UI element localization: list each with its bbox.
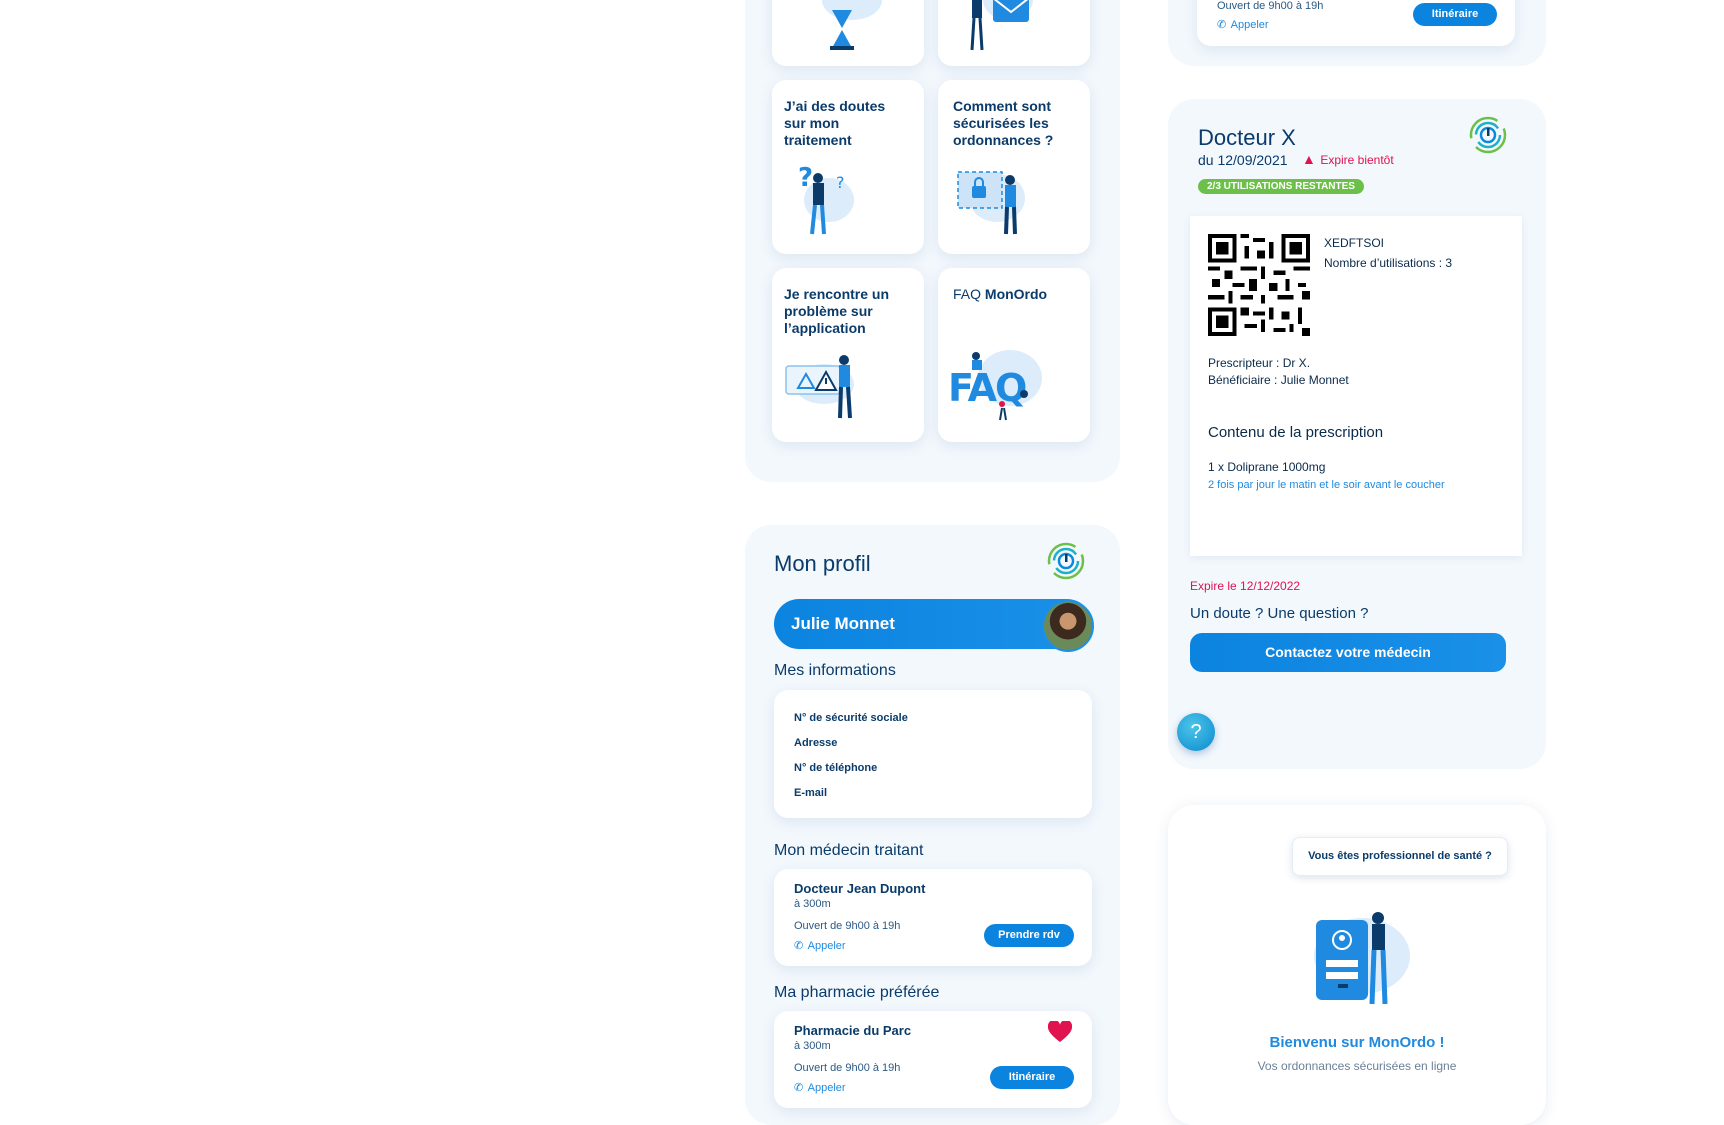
question-person-illustration-icon: ? ? xyxy=(798,163,854,235)
svg-text:?: ? xyxy=(836,173,845,192)
pharmacy-call-link[interactable]: ✆ Appeler xyxy=(794,1078,846,1096)
beneficiary: Bénéficiaire : Julie Monnet xyxy=(1208,373,1349,387)
tile-title: Comment sont sécurisées les ordonnances … xyxy=(953,98,1054,148)
faq-brand: MonOrdo xyxy=(984,286,1048,302)
content-title: Contenu de la prescription xyxy=(1208,424,1384,441)
pharmacy-hours: Ouvert de 9h00 à 19h xyxy=(794,1062,901,1074)
info-field-phone[interactable]: N° de téléphone xyxy=(794,762,877,774)
prescription-code: XEDFTSOI xyxy=(1324,236,1385,250)
prescription-date: du 12/09/2021 xyxy=(1198,152,1288,168)
help-tile-security[interactable]: Comment sont sécurisées les ordonnances … xyxy=(938,80,1090,254)
prescription-instructions: 2 fois par jour le matin et le soir avan… xyxy=(1208,479,1445,491)
phone-icon: ✆ xyxy=(794,1082,804,1094)
heart-icon[interactable] xyxy=(1048,1021,1072,1043)
expiry-date: Expire le 12/12/2022 xyxy=(1190,579,1301,593)
directions-button[interactable]: Itinéraire xyxy=(1413,3,1497,26)
directions-button[interactable]: Itinéraire xyxy=(990,1066,1074,1089)
warning-label: Expire bientôt xyxy=(1320,153,1394,167)
doctor-distance: à 300m xyxy=(794,898,831,910)
info-field-ssn[interactable]: N° de sécurité sociale xyxy=(794,712,908,724)
help-tile-top-right[interactable] xyxy=(938,0,1090,66)
health-pro-button[interactable]: Vous êtes professionnel de santé ? xyxy=(1292,837,1508,876)
partial-call-link[interactable]: ✆ Appeler xyxy=(1217,15,1269,33)
call-label: Appeler xyxy=(807,1082,846,1094)
doctor-card: Docteur Jean Dupont à 300m Ouvert de 9h0… xyxy=(774,869,1092,966)
prescription-item: 1 x Doliprane 1000mg xyxy=(1208,460,1326,474)
help-tile-top-left[interactable] xyxy=(772,0,924,66)
hourglass-illustration-icon xyxy=(822,0,882,50)
help-tile-doubts[interactable]: J’ai des doutes sur mon traitement ? ? xyxy=(772,80,924,254)
question-text: Un doute ? Une question ? xyxy=(1190,605,1369,622)
faq-prefix: FAQ xyxy=(953,286,985,302)
pharmacy-card: Pharmacie du Parc à 300m Ouvert de 9h00 … xyxy=(774,1011,1092,1108)
monordo-logo-icon xyxy=(1469,116,1507,154)
info-section-title: Mes informations xyxy=(774,662,896,679)
help-button[interactable]: ? xyxy=(1177,713,1215,751)
info-card: N° de sécurité sociale Adresse N° de tél… xyxy=(774,690,1092,818)
envelope-illustration-icon xyxy=(970,0,1033,51)
pharmacy-section-title: Ma pharmacie préférée xyxy=(774,984,940,1001)
tile-title: FAQ MonOrdo xyxy=(953,286,1073,303)
doctor-call-link[interactable]: ✆ Appeler xyxy=(794,936,846,954)
expiry-warning: ▲ Expire bientôt xyxy=(1302,151,1394,169)
tile-title: J’ai des doutes sur mon traitement xyxy=(784,98,886,148)
monordo-logo-icon xyxy=(1047,542,1085,580)
partial-place-card: Ouvert de 9h00 à 19h ✆ Appeler Itinérair… xyxy=(1197,0,1515,46)
call-label: Appeler xyxy=(1230,19,1269,31)
doctor-name: Docteur Jean Dupont xyxy=(794,881,926,896)
prescription-uses: Nombre d’utilisations : 3 xyxy=(1324,256,1453,270)
person-icon xyxy=(972,352,1028,421)
tile-title: Je rencontre un problème sur l’applicati… xyxy=(784,286,890,336)
profile-title: Mon profil xyxy=(774,551,871,576)
prescription-card: XEDFTSOI Nombre d’utilisations : 3 Presc… xyxy=(1190,216,1522,556)
call-label: Appeler xyxy=(807,940,846,952)
login-illustration-icon xyxy=(1314,912,1410,1005)
phone-icon: ✆ xyxy=(794,940,804,952)
user-name: Julie Monnet xyxy=(791,614,895,633)
faq-illustration: FAQ xyxy=(948,348,1048,428)
welcome-subtitle: Vos ordonnances sécurisées en ligne xyxy=(1257,1059,1457,1073)
help-tile-faq[interactable]: FAQ MonOrdo FAQ xyxy=(938,268,1090,442)
welcome-title: Bienvenu sur MonOrdo ! xyxy=(1269,1034,1445,1051)
secure-lock-illustration-icon xyxy=(957,171,1025,235)
qr-code-icon[interactable] xyxy=(1208,234,1310,336)
contact-doctor-button[interactable]: Contactez votre médecin xyxy=(1190,633,1506,672)
partial-hours: Ouvert de 9h00 à 19h xyxy=(1217,0,1324,12)
user-name-bar[interactable]: Julie Monnet xyxy=(774,599,1094,652)
svg-text:?: ? xyxy=(798,163,813,193)
phone-icon: ✆ xyxy=(1217,19,1227,31)
doctor-hours: Ouvert de 9h00 à 19h xyxy=(794,920,901,932)
warning-triangle-icon: ▲ xyxy=(1302,151,1316,167)
uses-remaining-badge: 2/3 UTILISATIONS RESTANTES xyxy=(1198,179,1364,194)
pharmacy-name: Pharmacie du Parc xyxy=(794,1023,912,1038)
prescriber: Prescripteur : Dr X. xyxy=(1208,356,1311,370)
warning-screen-illustration-icon xyxy=(785,355,854,419)
info-field-address[interactable]: Adresse xyxy=(794,737,837,749)
doctor-section-title: Mon médecin traitant xyxy=(774,842,924,859)
prescription-doctor: Docteur X xyxy=(1198,125,1296,150)
pharmacy-distance: à 300m xyxy=(794,1040,831,1052)
book-appointment-button[interactable]: Prendre rdv xyxy=(984,924,1074,947)
avatar[interactable] xyxy=(1042,600,1094,652)
info-field-email[interactable]: E-mail xyxy=(794,787,827,799)
help-tile-app-problem[interactable]: Je rencontre un problème sur l’applicati… xyxy=(772,268,924,442)
